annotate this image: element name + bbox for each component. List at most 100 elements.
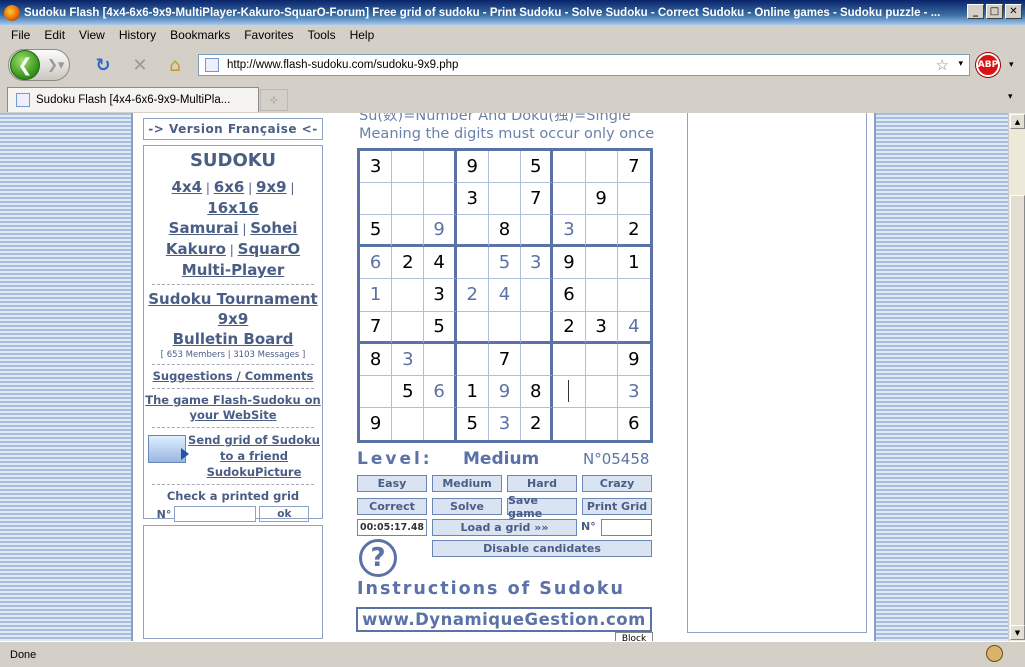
scroll-down-icon[interactable]: ▼ — [1010, 625, 1025, 640]
adblock-dropdown-icon[interactable]: ▾ — [1009, 60, 1014, 70]
solve-button[interactable]: Solve — [432, 498, 502, 515]
printed-grid-number-input[interactable] — [174, 506, 257, 522]
grid-cell[interactable]: 4 — [488, 279, 522, 312]
grid-cell[interactable] — [456, 343, 489, 376]
grid-cell[interactable] — [488, 151, 522, 184]
link-to-a-friend[interactable]: to a friend — [220, 449, 288, 463]
version-francaise-link[interactable]: -> Version Française <- — [143, 118, 323, 140]
grid-cell[interactable]: 1 — [617, 247, 650, 280]
grid-cell[interactable]: 1 — [360, 279, 393, 312]
grid-cell[interactable]: 2 — [553, 311, 586, 344]
grid-cell[interactable] — [617, 183, 650, 216]
scrollbar-thumb[interactable] — [1010, 195, 1025, 627]
link-sohei[interactable]: Sohei — [250, 219, 297, 237]
vertical-scrollbar[interactable]: ▲ ▼ — [1008, 113, 1025, 641]
addon-face-icon[interactable] — [986, 645, 1003, 662]
printed-ok-button[interactable]: ok — [259, 506, 310, 522]
grid-cell[interactable]: 3 — [456, 183, 489, 216]
link-suggestions[interactable]: Suggestions / Comments — [153, 369, 314, 383]
stop-icon[interactable]: ✕ — [129, 54, 151, 76]
grid-cell[interactable]: 7 — [488, 343, 522, 376]
bookmark-star-icon[interactable]: ☆ — [936, 56, 949, 74]
grid-cell[interactable] — [424, 151, 457, 184]
grid-cell[interactable]: 3 — [553, 215, 586, 248]
grid-cell[interactable] — [553, 151, 586, 184]
menu-edit[interactable]: Edit — [44, 28, 65, 42]
disable-candidates-button[interactable]: Disable candidates — [432, 540, 652, 557]
grid-cell[interactable] — [392, 151, 425, 184]
tab-sudoku[interactable]: Sudoku Flash [4x4-6x6-9x9-MultiPla... — [7, 87, 259, 112]
instructions-link[interactable]: Instructions of Sudoku — [357, 579, 657, 599]
grid-cell[interactable] — [521, 215, 554, 248]
back-forward-button[interactable]: ❮ ❯▾ — [8, 49, 70, 81]
block-button[interactable]: Block — [615, 632, 653, 641]
dynamiquegestion-link[interactable]: www.DynamiqueGestion.com — [356, 607, 652, 632]
scroll-up-icon[interactable]: ▲ — [1010, 114, 1025, 129]
grid-cell[interactable]: 5 — [521, 151, 554, 184]
easy-button[interactable]: Easy — [357, 475, 427, 492]
link-4x4[interactable]: 4x4 — [172, 178, 203, 196]
link-game-on-website[interactable]: The game Flash-Sudoku on — [145, 393, 321, 407]
hard-button[interactable]: Hard — [507, 475, 577, 492]
grid-cell[interactable]: 9 — [553, 247, 586, 280]
grid-cell[interactable] — [456, 311, 489, 344]
new-tab-button[interactable]: ⊹ — [260, 89, 288, 111]
grid-cell[interactable]: 7 — [617, 151, 650, 184]
grid-cell[interactable] — [585, 343, 618, 376]
grid-cell[interactable] — [488, 311, 522, 344]
grid-cell[interactable] — [424, 343, 457, 376]
grid-cell[interactable]: 7 — [521, 183, 554, 216]
grid-cell[interactable] — [488, 183, 522, 216]
link-16x16[interactable]: 16x16 — [207, 199, 258, 217]
send-grid-icon[interactable] — [148, 435, 189, 463]
grid-cell[interactable]: 9 — [617, 344, 650, 376]
grid-cell[interactable]: 5 — [424, 311, 457, 344]
home-icon[interactable]: ⌂ — [164, 54, 186, 76]
maximize-button[interactable]: □ — [986, 4, 1003, 19]
grid-cell[interactable]: 1 — [456, 375, 489, 408]
grid-cell[interactable]: 8 — [521, 375, 554, 408]
grid-cell[interactable]: 6 — [618, 408, 650, 440]
grid-cell[interactable] — [360, 375, 393, 408]
grid-cell[interactable] — [617, 279, 650, 312]
grid-cell[interactable] — [392, 183, 425, 216]
adblock-icon[interactable]: ABP — [976, 53, 1000, 77]
crazy-button[interactable]: Crazy — [582, 475, 652, 492]
menu-help[interactable]: Help — [350, 28, 375, 42]
grid-cell[interactable]: 2 — [456, 279, 489, 312]
link-samurai[interactable]: Samurai — [169, 219, 239, 237]
menu-tools[interactable]: Tools — [308, 28, 336, 42]
grid-cell[interactable] — [521, 311, 554, 344]
grid-cell[interactable] — [585, 215, 618, 248]
url-text[interactable]: http://www.flash-sudoku.com/sudoku-9x9.p… — [227, 59, 458, 71]
load-grid-number-input[interactable] — [601, 519, 652, 536]
grid-cell[interactable]: 5 — [457, 407, 489, 440]
grid-cell[interactable] — [553, 375, 586, 408]
grid-cell[interactable] — [392, 407, 425, 440]
grid-cell[interactable]: 9 — [585, 183, 618, 216]
forward-arrow-icon[interactable]: ❯▾ — [47, 58, 64, 73]
grid-cell[interactable] — [553, 343, 586, 376]
grid-cell[interactable] — [585, 247, 618, 280]
grid-cell[interactable] — [585, 151, 618, 184]
back-arrow-icon[interactable]: ❮ — [10, 50, 40, 80]
load-grid-button[interactable]: Load a grid »» — [432, 519, 577, 536]
grid-cell[interactable]: 6 — [360, 247, 393, 280]
link-sudoku-picture[interactable]: SudokuPicture — [207, 465, 302, 479]
address-bar[interactable]: http://www.flash-sudoku.com/sudoku-9x9.p… — [198, 54, 970, 76]
minimize-button[interactable]: _ — [967, 4, 984, 19]
grid-cell[interactable] — [424, 407, 457, 440]
grid-cell[interactable]: 3 — [521, 247, 554, 280]
link-9x9[interactable]: 9x9 — [256, 178, 287, 196]
tab-label[interactable]: Sudoku Flash [4x4-6x6-9x9-MultiPla... — [36, 94, 230, 106]
menu-favorites[interactable]: Favorites — [244, 28, 293, 42]
grid-cell[interactable]: 3 — [585, 311, 618, 344]
link-tournament-9x9[interactable]: 9x9 — [218, 310, 249, 328]
grid-cell[interactable]: 2 — [521, 407, 554, 440]
grid-cell[interactable]: 2 — [617, 215, 650, 248]
grid-cell[interactable] — [585, 279, 618, 312]
link-your-website[interactable]: your WebSite — [189, 408, 276, 422]
grid-cell[interactable]: 3 — [360, 151, 393, 184]
link-multiplayer[interactable]: Multi-Player — [182, 261, 284, 279]
correct-button[interactable]: Correct — [357, 498, 427, 515]
